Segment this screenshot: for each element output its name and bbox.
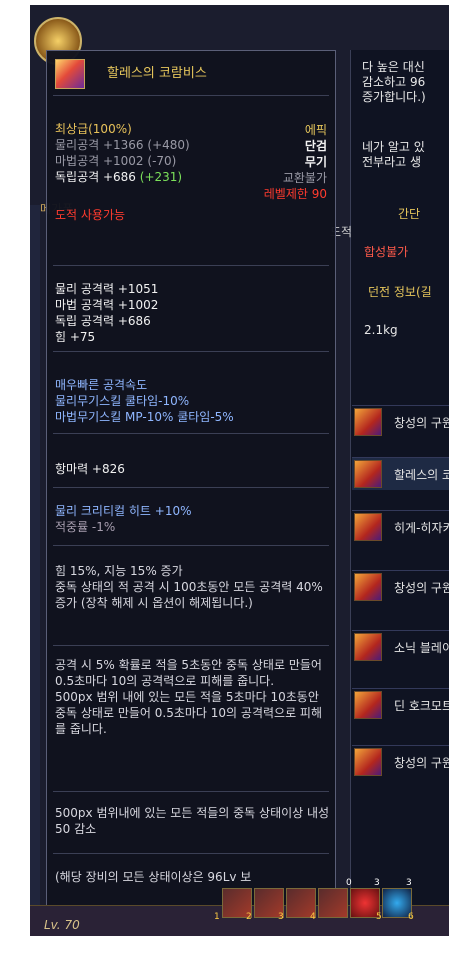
simple-tab[interactable]: 간단	[398, 205, 420, 222]
indep-base-stat: 독립공격 +686 (+231)	[55, 169, 182, 185]
divider	[53, 545, 329, 546]
slot-count: 0	[346, 878, 352, 888]
item-icon	[354, 573, 382, 601]
background-description-2: 네가 알고 있 전부라고 생	[362, 140, 425, 170]
list-item[interactable]: 창성의 구원	[352, 405, 449, 438]
background-description: 다 높은 대신 감소하고 96 증가합니다.)	[362, 60, 449, 105]
attack-stat: 물리 공격력 +1051	[55, 282, 159, 296]
list-item[interactable]: 딘 호크모트	[352, 688, 449, 721]
list-item[interactable]: 소닉 블레이	[352, 630, 449, 663]
divider	[53, 791, 329, 792]
hotbar-number: 1	[214, 912, 220, 922]
list-item[interactable]: 히게-히자키	[352, 510, 449, 543]
divider	[53, 853, 329, 854]
divider	[53, 351, 329, 352]
bg-text-line: 전부라고 생	[362, 155, 422, 169]
magic-base-stat: 마법공격 +1002 (-70)	[55, 154, 177, 168]
slot-count: 3	[406, 878, 412, 888]
trade-status: 교환불가	[282, 171, 327, 185]
indep-bonus: (+231)	[139, 170, 183, 184]
item-name: 할레스의 코람비스	[107, 66, 207, 81]
list-item[interactable]: 창성의 구원	[352, 570, 449, 603]
list-item[interactable]: 창성의 구원	[352, 745, 449, 778]
item-icon	[354, 513, 382, 541]
dungeon-info-tab[interactable]: 던전 정보(길	[368, 283, 432, 300]
option-text-1: 힘 15%, 지능 15% 증가 중독 상태의 적 공격 시 100초동안 모든…	[55, 564, 323, 610]
character-level: Lv. 70	[44, 918, 80, 932]
hotbar-slot[interactable]	[318, 888, 348, 918]
background-item-panel	[350, 50, 449, 935]
craft-status: 합성불가	[364, 245, 409, 259]
divider	[53, 433, 329, 434]
level-limit: 레벨제한 90	[263, 187, 327, 201]
item-weight: 2.1kg	[364, 323, 398, 337]
hotbar-number: 5	[376, 912, 382, 922]
hotbar-number: 4	[310, 912, 316, 922]
indep-value: 독립공격 +686	[55, 170, 136, 184]
list-item[interactable]: 할레스의 코	[352, 457, 449, 490]
crit-stat: 물리 크리티컬 히트 +10%	[55, 504, 192, 518]
divider	[53, 95, 329, 96]
item-icon	[354, 460, 382, 488]
bg-text-line: 증가합니다.)	[362, 90, 426, 104]
phys-base-stat: 물리공격 +1366 (+480)	[55, 138, 190, 152]
attack-stat: 힘 +75	[55, 330, 96, 344]
item-icon	[354, 748, 382, 776]
bg-text-line: 감소하고 96	[362, 75, 426, 89]
footer-note: (해당 장비의 모든 상태이상은 96Lv 보	[55, 870, 252, 884]
weapon-class: 단검	[304, 139, 327, 153]
attack-stat: 독립 공격력 +686	[55, 314, 151, 328]
bg-text-line: 다 높은 대신	[362, 60, 425, 74]
grade-label: 최상급(100%)	[55, 122, 132, 136]
option-text-3: 500px 범위내에 있는 모든 적들의 중독 상태이상 내성 50 감소	[55, 806, 330, 836]
accuracy-stat: 적중률 -1%	[55, 520, 116, 534]
divider	[53, 487, 329, 488]
hotbar-number: 3	[278, 912, 284, 922]
speed-stat: 매우빠른 공격속도	[55, 378, 148, 392]
class-usable: 도적 사용가능	[55, 208, 126, 222]
left-panel-edge	[30, 205, 40, 905]
item-icon	[354, 408, 382, 436]
item-icon	[354, 633, 382, 661]
rarity-label: 에픽	[304, 123, 327, 137]
dagger-icon	[55, 59, 85, 89]
anti-magic-stat: 항마력 +826	[55, 462, 125, 476]
attack-stat: 마법 공격력 +1002	[55, 298, 159, 312]
speed-stat: 마법무기스킬 MP-10% 쿨타임-5%	[55, 410, 234, 424]
item-icon	[354, 691, 382, 719]
divider	[53, 265, 329, 266]
hotbar-number: 6	[408, 912, 414, 922]
item-tooltip: 할레스의 코람비스 최상급(100%) 에픽 물리공격 +1366 (+480)…	[46, 50, 336, 930]
bg-text-line: 네가 알고 있	[362, 140, 425, 154]
divider	[53, 645, 329, 646]
slot-count: 3	[374, 878, 380, 888]
speed-stat: 물리무기스킬 쿨타임-10%	[55, 394, 190, 408]
hotbar-number: 2	[246, 912, 252, 922]
option-text-2: 공격 시 5% 확률로 적을 5초동안 중독 상태로 만들어 0.5초마다 10…	[55, 658, 323, 736]
equip-slot: 무기	[304, 155, 327, 169]
